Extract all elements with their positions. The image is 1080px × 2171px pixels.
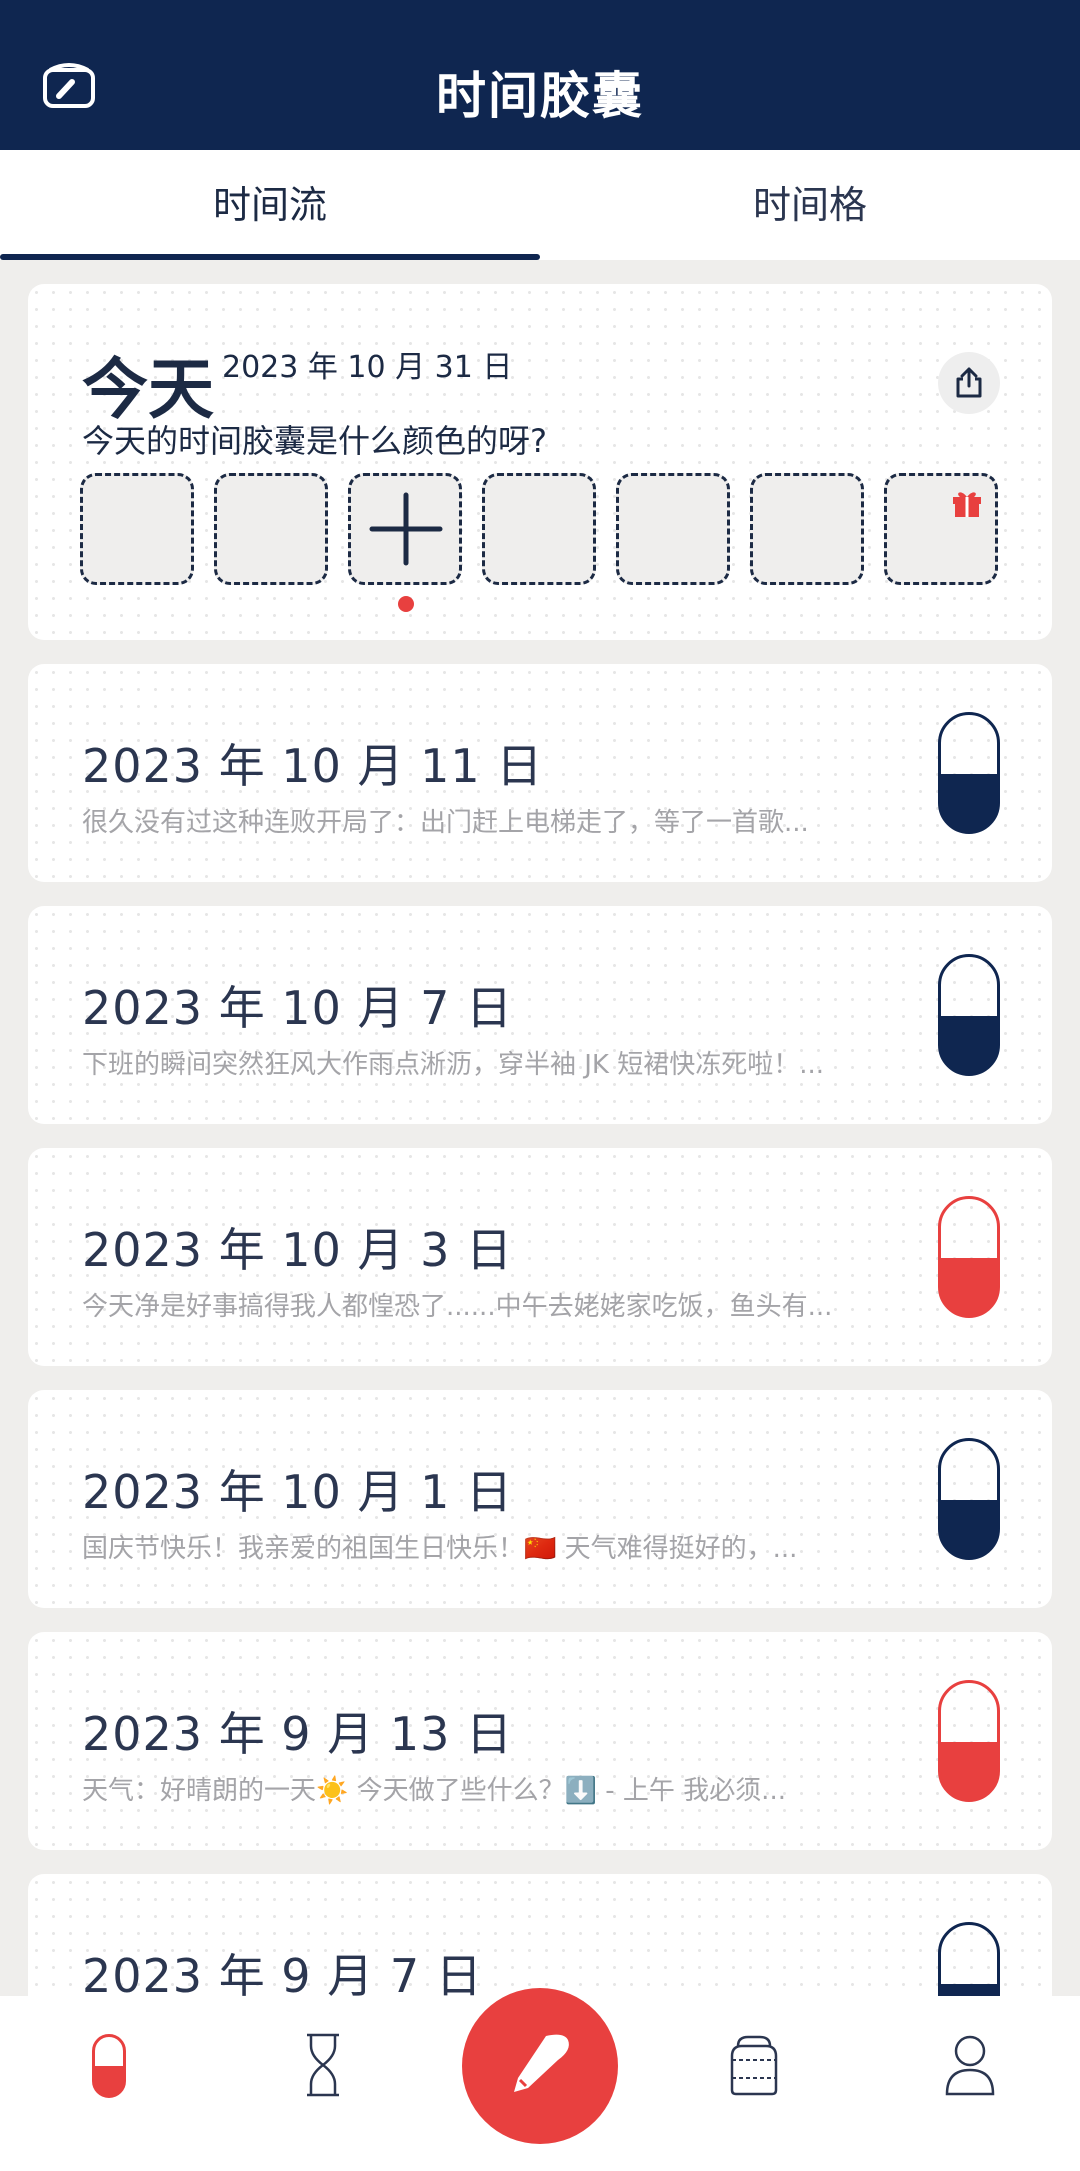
gift-icon — [953, 492, 981, 517]
color-slot[interactable] — [482, 473, 596, 585]
entry-date: 2023 年 10 月 11 日 — [82, 739, 544, 793]
capsule-entry-card[interactable]: 2023 年 10 月 3 日 今天净是好事搞得我人都惶恐了......中午去姥… — [28, 1148, 1052, 1366]
color-slot[interactable] — [214, 473, 328, 585]
nav-hourglass[interactable] — [303, 2032, 343, 2098]
capsule-icon — [92, 2034, 126, 2098]
tab-time-flow[interactable]: 时间流 — [0, 150, 540, 260]
today-date: 2023 年 10 月 31 日 — [222, 350, 513, 385]
tab-time-grid[interactable]: 时间格 — [540, 150, 1080, 260]
jar-icon — [730, 2035, 778, 2096]
capsule-red-icon — [938, 1196, 1000, 1318]
capsule-entry-card[interactable]: 2023 年 9 月 13 日 天气：好晴朗的一天☀️ 今天做了些什么？⬇️ -… — [28, 1632, 1052, 1850]
today-question: 今天的时间胶囊是什么颜色的呀? — [82, 422, 547, 460]
capsule-navy-icon — [938, 712, 1000, 834]
today-card: 今天 2023 年 10 月 31 日 今天的时间胶囊是什么颜色的呀? — [28, 284, 1052, 640]
capsule-red-icon — [938, 1680, 1000, 1802]
share-button[interactable] — [938, 352, 1000, 414]
entry-preview: 天气：好晴朗的一天☀️ 今天做了些什么？⬇️ - 上午 我必须... — [82, 1776, 786, 1806]
capsule-entry-card[interactable]: 2023 年 10 月 1 日 国庆节快乐！我亲爱的祖国生日快乐！🇨🇳 天气难得… — [28, 1390, 1052, 1608]
gift-slot[interactable] — [884, 473, 998, 585]
capsule-navy-icon — [938, 954, 1000, 1076]
app-header: 时间胶囊 — [0, 0, 1080, 150]
pen-icon — [514, 2034, 569, 2092]
entry-date: 2023 年 10 月 1 日 — [82, 1465, 513, 1519]
entry-date: 2023 年 10 月 3 日 — [82, 1223, 513, 1277]
entry-date: 2023 年 9 月 13 日 — [82, 1707, 513, 1761]
nav-capsule[interactable] — [92, 2034, 126, 2098]
plus-icon — [369, 492, 443, 566]
color-slot[interactable] — [616, 473, 730, 585]
color-slot[interactable] — [750, 473, 864, 585]
person-icon — [945, 2035, 995, 2096]
color-slot[interactable] — [80, 473, 194, 585]
nav-profile[interactable] — [944, 2034, 996, 2096]
tab-bar: 时间流 时间格 — [0, 150, 1080, 260]
today-indicator-dot — [398, 596, 414, 612]
entry-preview: 很久没有过这种连败开局了：出门赶上电梯走了，等了一首歌... — [82, 808, 809, 838]
hourglass-icon — [307, 2033, 339, 2097]
entry-preview: 国庆节快乐！我亲爱的祖国生日快乐！🇨🇳 天气难得挺好的，... — [82, 1534, 798, 1564]
entry-date: 2023 年 10 月 7 日 — [82, 981, 513, 1035]
capsule-entry-card[interactable]: 2023 年 10 月 11 日 很久没有过这种连败开局了：出门赶上电梯走了，等… — [28, 664, 1052, 882]
capsule-navy-icon — [938, 1438, 1000, 1560]
entry-preview: 今天净是好事搞得我人都惶恐了......中午去姥姥家吃饭，鱼头有... — [82, 1292, 833, 1322]
capsule-entry-card[interactable]: 2023 年 10 月 7 日 下班的瞬间突然狂风大作雨点淅沥，穿半袖 JK 短… — [28, 906, 1052, 1124]
add-color-slot[interactable] — [348, 473, 462, 585]
active-tab-indicator — [0, 254, 540, 260]
share-icon — [956, 367, 982, 398]
page-title: 时间胶囊 — [436, 67, 644, 125]
write-button[interactable] — [462, 1988, 618, 2144]
entry-preview: 下班的瞬间突然狂风大作雨点淅沥，穿半袖 JK 短裙快冻死啦！... — [82, 1050, 825, 1080]
nav-jar[interactable] — [728, 2034, 780, 2096]
